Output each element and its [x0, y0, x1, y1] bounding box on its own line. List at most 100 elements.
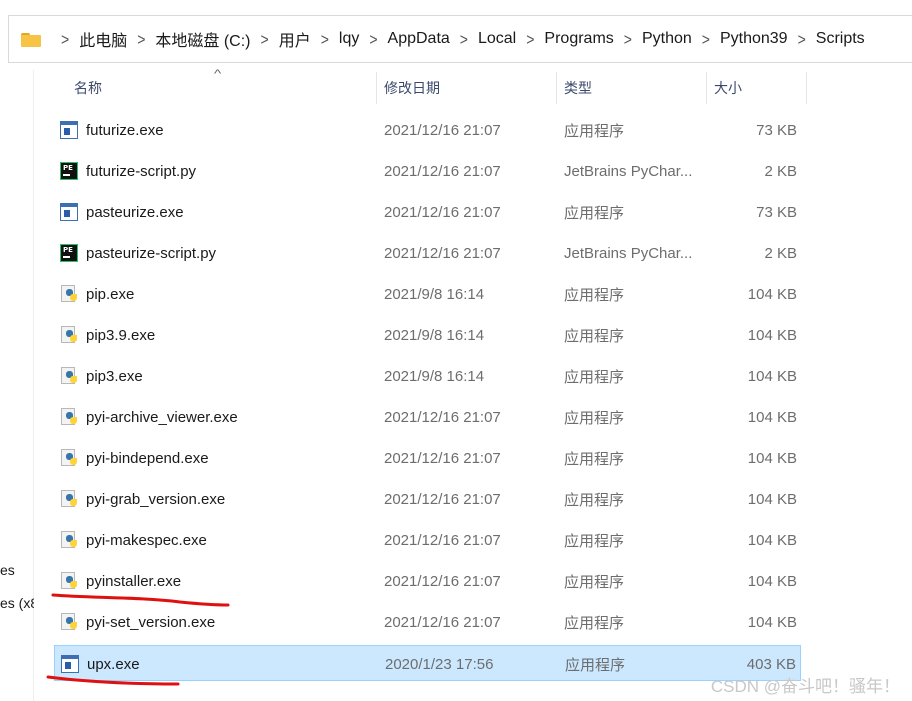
file-name-cell[interactable]: pip3.9.exe: [60, 317, 155, 353]
file-name-cell[interactable]: pyinstaller.exe: [60, 563, 181, 599]
column-header-type[interactable]: 类型: [554, 72, 704, 104]
file-date: 2021/12/16 21:07: [384, 572, 501, 590]
file-name-cell[interactable]: pyi-bindepend.exe: [60, 440, 209, 476]
breadcrumb-item[interactable]: Programs: [540, 30, 617, 48]
chevron-right-icon[interactable]: >: [131, 29, 151, 48]
chevron-right-icon[interactable]: >: [618, 29, 638, 48]
address-bar[interactable]: > 此电脑 > 本地磁盘 (C:) > 用户 > lqy > AppData > Local > Prog…: [8, 15, 912, 63]
file-name-cell[interactable]: pyi-set_version.exe: [60, 604, 215, 640]
python-exe-icon: [60, 531, 78, 549]
file-date: 2021/12/16 21:07: [384, 613, 501, 631]
file-type: 应用程序: [564, 573, 625, 591]
file-row[interactable]: pyi-makespec.exe 2021/12/16 21:07 应用程序 104 …: [54, 522, 801, 558]
chevron-right-icon[interactable]: >: [255, 29, 275, 48]
breadcrumb-item[interactable]: Python39: [716, 30, 792, 48]
column-header-date[interactable]: 修改日期: [374, 72, 554, 104]
chevron-right-icon[interactable]: >: [55, 29, 75, 48]
file-size: 73 KB: [756, 203, 797, 221]
navigation-pane[interactable]: es es (x8: [0, 70, 34, 701]
file-size: 104 KB: [747, 490, 797, 508]
chevron-right-icon[interactable]: >: [363, 29, 383, 48]
file-type: 应用程序: [564, 327, 625, 345]
file-row[interactable]: pyi-grab_version.exe 2021/12/16 21:07 应用程序…: [54, 481, 801, 517]
file-name-cell[interactable]: upx.exe: [61, 646, 140, 682]
file-size: 104 KB: [747, 367, 797, 385]
python-exe-icon: [60, 449, 78, 467]
file-name: pasteurize.exe: [86, 203, 184, 221]
chevron-right-icon[interactable]: >: [454, 29, 474, 48]
file-date: 2020/1/23 17:56: [385, 655, 494, 673]
file-name-cell[interactable]: pyi-makespec.exe: [60, 522, 207, 558]
nav-item-fragment[interactable]: es: [0, 562, 34, 578]
file-type: 应用程序: [564, 614, 625, 632]
file-name: pyi-makespec.exe: [86, 531, 207, 549]
file-row[interactable]: futurize-script.py 2021/12/16 21:07 JetBra…: [54, 153, 801, 189]
chevron-right-icon[interactable]: >: [315, 29, 335, 48]
file-name: pyinstaller.exe: [86, 572, 182, 590]
file-size: 2 KB: [764, 244, 797, 262]
breadcrumb-item[interactable]: 用户: [275, 27, 315, 51]
chevron-right-icon[interactable]: >: [792, 29, 812, 48]
file-date: 2021/9/8 16:14: [384, 367, 485, 385]
file-name-cell[interactable]: pip3.exe: [60, 358, 143, 394]
python-exe-icon: [60, 326, 78, 344]
file-type: 应用程序: [565, 656, 626, 674]
file-row[interactable]: pyinstaller.exe 2021/12/16 21:07 应用程序 104 K…: [54, 563, 801, 599]
file-type: 应用程序: [564, 122, 625, 140]
file-name: pyi-set_version.exe: [86, 613, 216, 631]
chevron-right-icon[interactable]: >: [696, 29, 716, 48]
file-name-cell[interactable]: futurize-script.py: [60, 153, 196, 189]
python-exe-icon: [60, 285, 78, 303]
column-divider[interactable]: [806, 72, 807, 104]
breadcrumb-item[interactable]: 此电脑: [75, 27, 131, 51]
file-row[interactable]: pip3.exe 2021/9/8 16:14 应用程序 104 KB: [54, 358, 801, 394]
file-row[interactable]: pyi-bindepend.exe 2021/12/16 21:07 应用程序 104…: [54, 440, 801, 476]
file-type: JetBrains PyChar...: [564, 162, 693, 180]
file-name: pyi-bindepend.exe: [86, 449, 209, 467]
file-name: futurize.exe: [86, 121, 164, 139]
file-date: 2021/12/16 21:07: [384, 531, 501, 549]
file-row[interactable]: pasteurize.exe 2021/12/16 21:07 应用程序 73 KB: [54, 194, 801, 230]
file-date: 2021/12/16 21:07: [384, 408, 501, 426]
file-type: 应用程序: [564, 368, 625, 386]
breadcrumb-item[interactable]: Scripts: [812, 30, 869, 48]
file-row[interactable]: upx.exe 2020/1/23 17:56 应用程序 403 KB: [54, 645, 801, 681]
pycharm-file-icon: [60, 244, 78, 262]
file-name-cell[interactable]: pyi-archive_viewer.exe: [60, 399, 238, 435]
file-date: 2021/12/16 21:07: [384, 244, 501, 262]
file-date: 2021/9/8 16:14: [384, 285, 485, 303]
nav-item-fragment[interactable]: es (x8: [0, 595, 34, 611]
file-type: JetBrains PyChar...: [564, 244, 693, 262]
file-row[interactable]: pyi-set_version.exe 2021/12/16 21:07 应用程序 1…: [54, 604, 801, 640]
file-name-cell[interactable]: pasteurize-script.py: [60, 235, 216, 271]
file-name: pip3.9.exe: [86, 326, 156, 344]
file-row[interactable]: pip3.9.exe 2021/9/8 16:14 应用程序 104 KB: [54, 317, 801, 353]
breadcrumb-item[interactable]: lqy: [335, 30, 363, 48]
folder-icon: [21, 31, 41, 47]
file-name-cell[interactable]: pasteurize.exe: [60, 194, 184, 230]
file-row[interactable]: futurize.exe 2021/12/16 21:07 应用程序 73 KB: [54, 112, 801, 148]
pycharm-file-icon: [60, 162, 78, 180]
file-date: 2021/9/8 16:14: [384, 326, 485, 344]
file-name: pyi-archive_viewer.exe: [86, 408, 238, 426]
file-row[interactable]: pyi-archive_viewer.exe 2021/12/16 21:07 应用…: [54, 399, 801, 435]
file-size: 104 KB: [747, 285, 797, 303]
breadcrumb-item[interactable]: Python: [638, 30, 696, 48]
column-header-size[interactable]: 大小: [704, 72, 804, 104]
file-size: 104 KB: [747, 326, 797, 344]
file-date: 2021/12/16 21:07: [384, 162, 501, 180]
file-size: 104 KB: [747, 408, 797, 426]
file-name: pyi-grab_version.exe: [86, 490, 226, 508]
file-size: 104 KB: [747, 449, 797, 467]
file-name-cell[interactable]: pip.exe: [60, 276, 134, 312]
breadcrumb-item[interactable]: 本地磁盘 (C:): [151, 27, 254, 51]
breadcrumb-item[interactable]: AppData: [384, 30, 454, 48]
file-name-cell[interactable]: futurize.exe: [60, 112, 164, 148]
file-row[interactable]: pip.exe 2021/9/8 16:14 应用程序 104 KB: [54, 276, 801, 312]
breadcrumb-item[interactable]: Local: [474, 30, 520, 48]
file-size: 73 KB: [756, 121, 797, 139]
file-size: 104 KB: [747, 572, 797, 590]
file-row[interactable]: pasteurize-script.py 2021/12/16 21:07 JetB…: [54, 235, 801, 271]
file-name-cell[interactable]: pyi-grab_version.exe: [60, 481, 225, 517]
chevron-right-icon[interactable]: >: [520, 29, 540, 48]
